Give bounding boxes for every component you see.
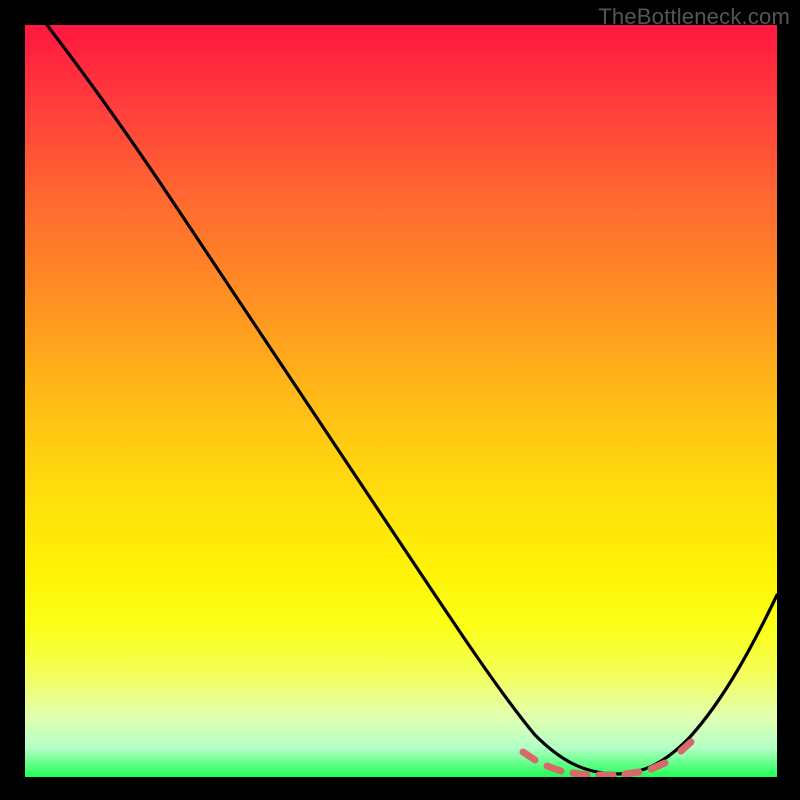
heat-gradient-background [25, 25, 777, 777]
chart-container: TheBottleneck.com [0, 0, 800, 800]
watermark-text: TheBottleneck.com [598, 4, 790, 30]
plot-area [25, 25, 777, 777]
